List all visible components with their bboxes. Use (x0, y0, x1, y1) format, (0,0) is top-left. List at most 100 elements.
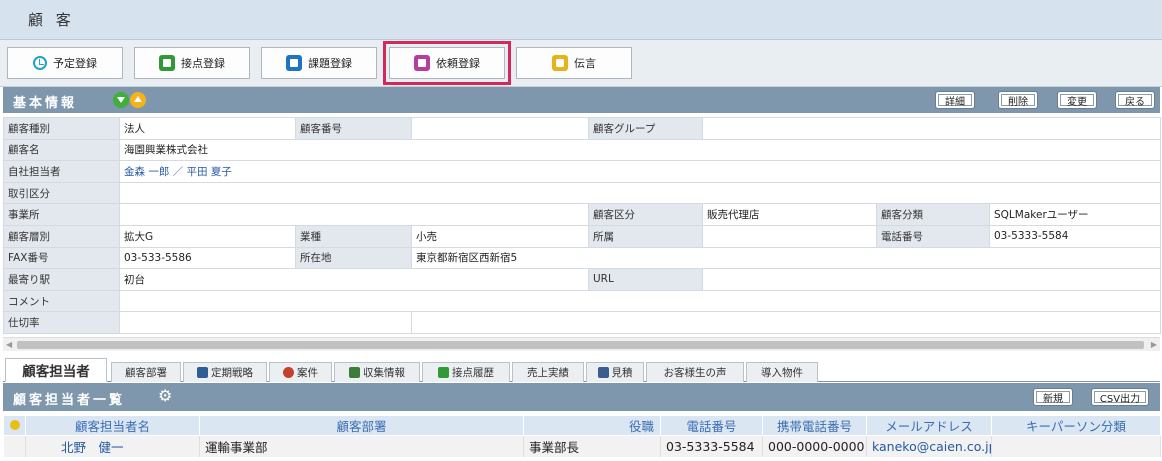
column-header[interactable]: 顧客担当者名 (25, 415, 200, 436)
tab-collected-info[interactable]: 収集情報 (334, 362, 420, 382)
bulb-icon (286, 55, 302, 71)
tab-label: 見積 (611, 367, 633, 379)
field-label: 事業所 (3, 203, 120, 226)
field-label: 仕切率 (3, 311, 120, 334)
tab-label: 収集情報 (363, 367, 405, 379)
field-label: 顧客種別 (3, 117, 120, 140)
contact-name-link[interactable]: 北野 健一 (31, 440, 124, 455)
new-button[interactable]: 新規 (1033, 388, 1073, 406)
expand-down-icon[interactable] (113, 92, 129, 108)
table-row[interactable]: 北野 健一 運輸事業部 事業部長 03-5333-5584 000-0000-0… (3, 435, 1161, 457)
tab-deals[interactable]: 案件 (269, 362, 332, 382)
schedule-register-button[interactable]: 予定登録 (7, 47, 123, 79)
back-button[interactable]: 戻る (1115, 91, 1155, 109)
field-value (119, 181, 1161, 205)
gift-icon (414, 55, 430, 71)
tab-label: 定期戦略 (211, 367, 253, 379)
scroll-left-arrow-icon[interactable]: ◀ (6, 340, 12, 349)
field-value: 法人 (119, 117, 296, 140)
collapse-up-icon[interactable] (130, 92, 146, 108)
field-label: 顧客番号 (295, 117, 412, 140)
tab-customer-contact[interactable]: 顧客担当者 (5, 358, 107, 382)
horizontal-scrollbar[interactable]: ◀ ▶ (3, 337, 1160, 351)
info-row: 自社担当者 金森 一郎 ／ 平田 夏子 (3, 160, 1161, 183)
tab-label: 案件 (297, 367, 318, 379)
change-button[interactable]: 変更 (1057, 91, 1097, 109)
field-value (119, 311, 412, 334)
delete-button[interactable]: 削除 (998, 91, 1038, 109)
field-label: 顧客層別 (3, 224, 120, 248)
field-label: 最寄り駅 (3, 268, 120, 291)
basic-info-title: 基本情報 (13, 96, 78, 111)
field-value: 拡大G (119, 224, 296, 248)
column-header[interactable]: キーパーソン分類 (991, 415, 1161, 436)
field-value: 東京都新宿区西新宿5 (411, 246, 1161, 270)
request-register-button[interactable]: 依頼登録 (383, 41, 511, 85)
field-value: 03-5333-5584 (989, 224, 1161, 248)
cell-title: 事業部長 (523, 435, 661, 457)
cell-phone: 03-5333-5584 (660, 435, 763, 457)
detail-button[interactable]: 詳細 (935, 91, 975, 109)
collect-icon (349, 367, 360, 378)
field-label: 顧客グループ (588, 117, 703, 140)
message-label: 伝言 (574, 57, 596, 70)
basic-info-table: 顧客種別 法人 顧客番号 顧客グループ 顧客名 海園興業株式会社 自社担当者 金… (3, 117, 1161, 334)
field-label: 所属 (588, 224, 703, 248)
action-toolbar: 予定登録 接点登録 課題登録 依頼登録 伝言 (0, 40, 1162, 87)
column-header[interactable]: 役職 (523, 415, 661, 436)
clock-icon (33, 56, 47, 70)
message-button[interactable]: 伝言 (516, 47, 632, 79)
field-value (411, 311, 1161, 334)
field-label: 業種 (295, 224, 412, 248)
csv-export-button[interactable]: CSV出力 (1091, 388, 1149, 406)
table-header-row: 顧客担当者名 顧客部署 役職 電話番号 携帯電話番号 メールアドレス キーパーソ… (3, 415, 1161, 436)
email-link[interactable]: kaneko@caien.co.jp (872, 439, 991, 454)
field-label: 顧客区分 (588, 203, 703, 226)
field-label: 電話番号 (876, 224, 990, 248)
staff-link[interactable]: 金森 一郎 ／ 平田 夏子 (124, 166, 232, 178)
field-value (702, 117, 1161, 140)
contact-register-button[interactable]: 接点登録 (134, 47, 250, 79)
field-label: 取引区分 (3, 181, 120, 205)
gear-icon[interactable]: ⚙ (158, 386, 172, 405)
bulb-icon (9, 420, 20, 430)
scroll-right-arrow-icon[interactable]: ▶ (1151, 340, 1157, 349)
memo-icon (552, 55, 568, 71)
tab-periodic-strategy[interactable]: 定期戦略 (183, 362, 267, 382)
field-value (119, 289, 1161, 313)
field-value (702, 268, 1161, 291)
estimate-icon (597, 367, 609, 378)
issue-register-button[interactable]: 課題登録 (261, 47, 377, 79)
tab-contact-history[interactable]: 接点履歴 (422, 362, 510, 382)
tab-customer-voice[interactable]: お客様生の声 (646, 362, 744, 382)
field-label: 顧客分類 (876, 203, 990, 226)
row-marker (3, 435, 26, 457)
tab-label: 顧客部署 (125, 367, 167, 379)
info-row: FAX番号 03-533-5586 所在地 東京都新宿区西新宿5 (3, 246, 1161, 270)
tab-estimates[interactable]: 見積 (586, 362, 644, 382)
page-title: 顧 客 (28, 11, 75, 29)
contacts-table: 顧客担当者名 顧客部署 役職 電話番号 携帯電話番号 メールアドレス キーパーソ… (3, 415, 1161, 457)
tab-sales-results[interactable]: 売上実績 (512, 362, 584, 382)
tab-label: 接点履歴 (452, 367, 494, 379)
strategy-icon (197, 367, 208, 378)
field-value: 販売代理店 (702, 203, 877, 226)
tab-installed-property[interactable]: 導入物件 (746, 362, 818, 382)
tab-label: 顧客担当者 (22, 364, 90, 380)
field-value: 初台 (119, 268, 589, 291)
contacts-list-title: 顧客担当者一覧 (13, 393, 126, 408)
field-value (411, 117, 589, 140)
contact-register-label: 接点登録 (181, 57, 225, 70)
column-header[interactable]: 電話番号 (660, 415, 763, 436)
history-icon (438, 367, 449, 378)
schedule-register-label: 予定登録 (53, 57, 97, 70)
column-header[interactable]: 顧客部署 (199, 415, 524, 436)
related-tabs: 顧客担当者 顧客部署 定期戦略 案件 収集情報 接点履歴 売上実績 見積 お客様… (3, 358, 1160, 382)
field-label: 顧客名 (3, 138, 120, 162)
field-label: FAX番号 (3, 246, 120, 270)
column-header[interactable]: メールアドレス (866, 415, 992, 436)
tab-customer-department[interactable]: 顧客部署 (111, 362, 181, 382)
deal-icon (283, 367, 294, 378)
column-header[interactable]: 携帯電話番号 (762, 415, 867, 436)
scrollbar-thumb[interactable] (17, 341, 1144, 349)
